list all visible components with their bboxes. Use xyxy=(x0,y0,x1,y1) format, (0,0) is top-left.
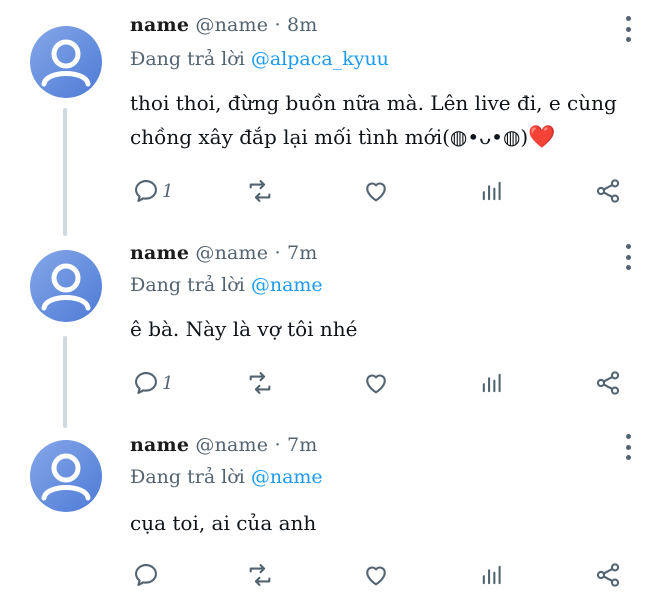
tweet-header: name @name · 7m xyxy=(130,434,317,456)
analytics-button[interactable] xyxy=(478,558,506,592)
like-button[interactable] xyxy=(362,174,390,208)
more-icon[interactable] xyxy=(620,16,636,42)
share-icon xyxy=(596,179,620,203)
default-avatar-icon xyxy=(41,263,91,311)
comment-icon xyxy=(135,372,157,394)
handle[interactable]: @name xyxy=(195,242,268,264)
reply-tweet[interactable]: name @name · 7m Đang trả lời @name ê bà.… xyxy=(0,232,668,412)
timestamp[interactable]: 7m xyxy=(287,434,318,456)
display-name[interactable]: name xyxy=(130,14,189,36)
separator: · xyxy=(274,242,281,264)
separator: · xyxy=(274,434,281,456)
like-icon xyxy=(366,566,386,586)
replying-to: Đang trả lời @name xyxy=(130,466,323,488)
timestamp[interactable]: 7m xyxy=(287,242,318,264)
share-icon xyxy=(596,371,620,395)
avatar[interactable] xyxy=(30,26,102,98)
retweet-button[interactable] xyxy=(246,174,274,208)
more-icon[interactable] xyxy=(620,434,636,460)
comment-icon xyxy=(135,180,157,202)
analytics-button[interactable] xyxy=(478,174,506,208)
share-button[interactable] xyxy=(594,366,622,400)
reply-button[interactable] xyxy=(132,558,162,592)
reply-mention-link[interactable]: @name xyxy=(251,274,323,296)
avatar[interactable] xyxy=(30,250,102,322)
analytics-button[interactable] xyxy=(478,366,506,400)
handle[interactable]: @name xyxy=(195,14,268,36)
action-bar xyxy=(0,558,668,592)
tweet-text-content: cụa toi, ai của anh xyxy=(130,511,317,535)
reply-tweet[interactable]: name @name · 7m Đang trả lời @name cụa t… xyxy=(0,424,668,600)
tweet-text: ê bà. Này là vợ tôi nhé xyxy=(130,312,630,346)
tweet-header: name @name · 7m xyxy=(130,242,317,264)
default-avatar-icon xyxy=(41,453,91,501)
separator: · xyxy=(274,14,281,36)
share-icon xyxy=(596,563,620,587)
default-avatar-icon xyxy=(41,39,91,87)
replying-to: Đang trả lời @name xyxy=(130,274,323,296)
handle[interactable]: @name xyxy=(195,434,268,456)
like-icon xyxy=(366,374,386,394)
display-name[interactable]: name xyxy=(130,434,189,456)
red-heart-emoji: ❤️ xyxy=(528,125,556,150)
share-button[interactable] xyxy=(594,174,622,208)
action-bar: 1 xyxy=(0,174,668,208)
reply-count: 1 xyxy=(162,180,174,202)
tweet-text: cụa toi, ai của anh xyxy=(130,506,630,540)
tweet-text: thoi thoi, đừng buồn nữa mà. Lên live đi… xyxy=(130,86,630,155)
reply-button[interactable]: 1 xyxy=(132,366,173,400)
like-icon xyxy=(366,182,386,202)
reply-button[interactable]: 1 xyxy=(132,174,173,208)
reply-prefix: Đang trả lời xyxy=(130,274,245,296)
reply-thread: name @name · 8m Đang trả lời @alpaca_kyu… xyxy=(0,0,668,600)
action-bar: 1 xyxy=(0,366,668,400)
tweet-header: name @name · 8m xyxy=(130,14,317,36)
reply-mention-link[interactable]: @alpaca_kyuu xyxy=(251,48,389,70)
retweet-button[interactable] xyxy=(246,366,274,400)
reply-count: 1 xyxy=(162,372,174,394)
like-button[interactable] xyxy=(362,558,390,592)
like-button[interactable] xyxy=(362,366,390,400)
share-button[interactable] xyxy=(594,558,622,592)
comment-icon xyxy=(135,564,157,586)
reply-prefix: Đang trả lời xyxy=(130,466,245,488)
avatar[interactable] xyxy=(30,440,102,512)
retweet-button[interactable] xyxy=(246,558,274,592)
more-icon[interactable] xyxy=(620,244,636,270)
replying-to: Đang trả lời @alpaca_kyuu xyxy=(130,48,389,70)
display-name[interactable]: name xyxy=(130,242,189,264)
analytics-icon xyxy=(482,373,501,393)
analytics-icon xyxy=(482,181,501,201)
reply-tweet[interactable]: name @name · 8m Đang trả lời @alpaca_kyu… xyxy=(0,0,668,220)
reply-mention-link[interactable]: @name xyxy=(251,466,323,488)
tweet-text-content: ê bà. Này là vợ tôi nhé xyxy=(130,317,358,341)
retweet-icon xyxy=(249,564,271,586)
reply-prefix: Đang trả lời xyxy=(130,48,245,70)
timestamp[interactable]: 8m xyxy=(287,14,318,36)
retweet-icon xyxy=(249,372,271,394)
retweet-icon xyxy=(249,180,271,202)
analytics-icon xyxy=(482,565,501,585)
